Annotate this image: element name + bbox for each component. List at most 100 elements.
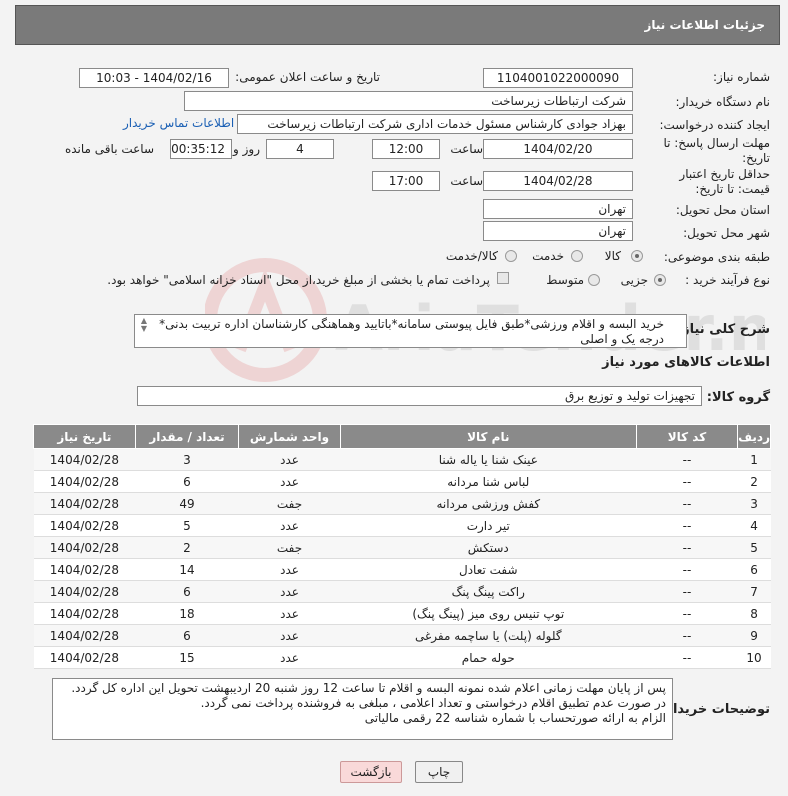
unit-cell: عدد [238,514,341,537]
table-row: 4 -- تیر دارت عدد 5 1404/02/28 [33,514,771,537]
unit-cell: جفت [238,492,341,515]
need-date-cell: 1404/02/28 [33,558,136,581]
goods-table-header: ردیف کد کالا نام کالا واحد شمارش تعداد /… [33,424,771,449]
quantity-cell: 5 [135,514,239,537]
goods-group-field: تجهیزات تولید و توزیع برق [137,386,702,406]
row-number-cell: 8 [737,602,771,625]
buyer-contact-link[interactable]: اطلاعات تماس خریدار [123,116,234,130]
process-option-minor: جزیی [620,273,648,287]
table-row: 9 -- گلوله (پلت) یا ساچمه مفرغی عدد 6 1404/02… [33,624,771,647]
goods-code-cell: -- [636,448,738,471]
category-radio-goods-service[interactable] [505,250,517,262]
description-text: خرید البسه و اقلام ورزشی*طبق فایل پیوستی… [159,317,664,346]
price-date-field: 1404/02/28 [483,171,633,191]
row-number-cell: 4 [737,514,771,537]
goods-name-cell: دستکش [340,536,637,559]
row-number-cell: 1 [737,448,771,471]
table-row: 1 -- عینک شنا یا یاله شنا عدد 3 1404/02/28 [33,448,771,471]
price-time-label: ساعت [450,174,483,188]
announce-field: 1404/02/16 - 10:03 [79,68,229,88]
unit-cell: عدد [238,448,341,471]
need-date-cell: 1404/02/28 [33,646,136,669]
category-radio-goods[interactable] [631,250,643,262]
table-row: 10 -- حوله حمام عدد 15 1404/02/28 [33,646,771,669]
need-date-cell: 1404/02/28 [33,580,136,603]
table-row: 7 -- راکت پینگ پنگ عدد 6 1404/02/28 [33,580,771,603]
description-label: شرح کلی نیاز: [676,322,770,337]
goods-group-label: گروه کالا: [706,390,770,405]
reply-date-field: 1404/02/20 [483,139,633,159]
buyer-org-field: شرکت ارتباطات زیرساخت [184,91,633,111]
row-number-cell: 9 [737,624,771,647]
quantity-cell: 15 [135,646,239,669]
goods-name-cell: کفش ورزشی مردانه [340,492,637,515]
goods-name-cell: لباس شنا مردانه [340,470,637,493]
remaining-time-field: 00:35:12 [170,139,232,159]
unit-cell: عدد [238,470,341,493]
province-label: استان محل تحویل: [675,203,770,217]
goods-code-cell: -- [636,536,738,559]
goods-name-cell: حوله حمام [340,646,637,669]
goods-code-cell: -- [636,558,738,581]
reply-time-field: 12:00 [372,139,440,159]
city-label: شهر محل تحویل: [683,226,770,240]
goods-code-cell: -- [636,602,738,625]
unit-cell: عدد [238,602,341,625]
reply-deadline-label: مهلت ارسال پاسخ: تا تاریخ: [663,136,770,165]
col-quantity: تعداد / مقدار [134,424,240,449]
row-number-cell: 10 [737,646,771,669]
days-field: 4 [266,139,334,159]
quantity-cell: 14 [135,558,239,581]
buyer-notes-label: توضیحات خریدار: [660,702,770,717]
process-option-medium: متوسط [546,273,584,287]
goods-name-cell: گلوله (پلت) یا ساچمه مفرغی [340,624,637,647]
treasury-payment-checkbox[interactable] [497,272,509,284]
goods-code-cell: -- [636,646,738,669]
buyer-notes-line-1: پس از پایان مهلت زمانی اعلام شده نمونه ا… [71,681,666,695]
buyer-org-label: نام دستگاه خریدار: [675,95,771,109]
creator-label: ایجاد کننده درخواست: [659,118,770,132]
need-date-cell: 1404/02/28 [33,624,136,647]
need-number-label: شماره نیاز: [713,70,770,84]
need-date-cell: 1404/02/28 [33,602,136,625]
row-number-cell: 7 [737,580,771,603]
quantity-cell: 18 [135,602,239,625]
category-option-goods: کالا [604,249,621,263]
quantity-cell: 6 [135,470,239,493]
price-validity-label: حداقل تاریخ اعتبار قیمت: تا تاریخ: [679,167,770,196]
back-button[interactable]: بازگشت [340,761,402,783]
goods-name-cell: راکت پینگ پنگ [340,580,637,603]
table-row: 6 -- شفت تعادل عدد 14 1404/02/28 [33,558,771,581]
goods-code-cell: -- [636,470,738,493]
quantity-cell: 6 [135,624,239,647]
page-frame: جزئیات اطلاعات نیاز AriaTender.net شماره… [0,0,788,796]
buyer-notes-line-3: الزام به ارائه صورتحساب با شماره شناسه 2… [364,711,666,725]
page-title: جزئیات اطلاعات نیاز [15,5,780,45]
unit-cell: عدد [238,580,341,603]
need-date-cell: 1404/02/28 [33,448,136,471]
quantity-cell: 6 [135,580,239,603]
process-radio-medium[interactable] [588,274,600,286]
category-label: طبقه بندی موضوعی: [663,250,770,264]
unit-cell: عدد [238,624,341,647]
row-number-cell: 6 [737,558,771,581]
unit-cell: عدد [238,646,341,669]
city-field: تهران [483,221,633,241]
goods-code-cell: -- [636,492,738,515]
print-button[interactable]: چاپ [415,761,463,783]
textarea-scroll-arrows-icon[interactable]: ▲ ▼ [137,317,151,333]
province-field: تهران [483,199,633,219]
category-radio-service[interactable] [571,250,583,262]
treasury-payment-note: پرداخت تمام یا بخشی از مبلغ خرید،از محل … [107,273,490,287]
goods-code-cell: -- [636,514,738,537]
goods-section-title: اطلاعات کالاهای مورد نیاز [602,355,770,370]
remaining-time-label: ساعت باقی مانده [64,142,154,156]
process-radio-minor[interactable] [654,274,666,286]
buyer-notes-textarea[interactable]: پس از پایان مهلت زمانی اعلام شده نمونه ا… [52,678,673,740]
category-option-goods-service: کالا/خدمت [445,249,498,263]
need-date-cell: 1404/02/28 [33,514,136,537]
description-textarea[interactable]: خرید البسه و اقلام ورزشی*طبق فایل پیوستی… [134,314,687,348]
quantity-cell: 49 [135,492,239,515]
unit-cell: عدد [238,558,341,581]
table-row: 8 -- توپ تنیس روی میز (پینگ پنگ) عدد 18 1404/… [33,602,771,625]
